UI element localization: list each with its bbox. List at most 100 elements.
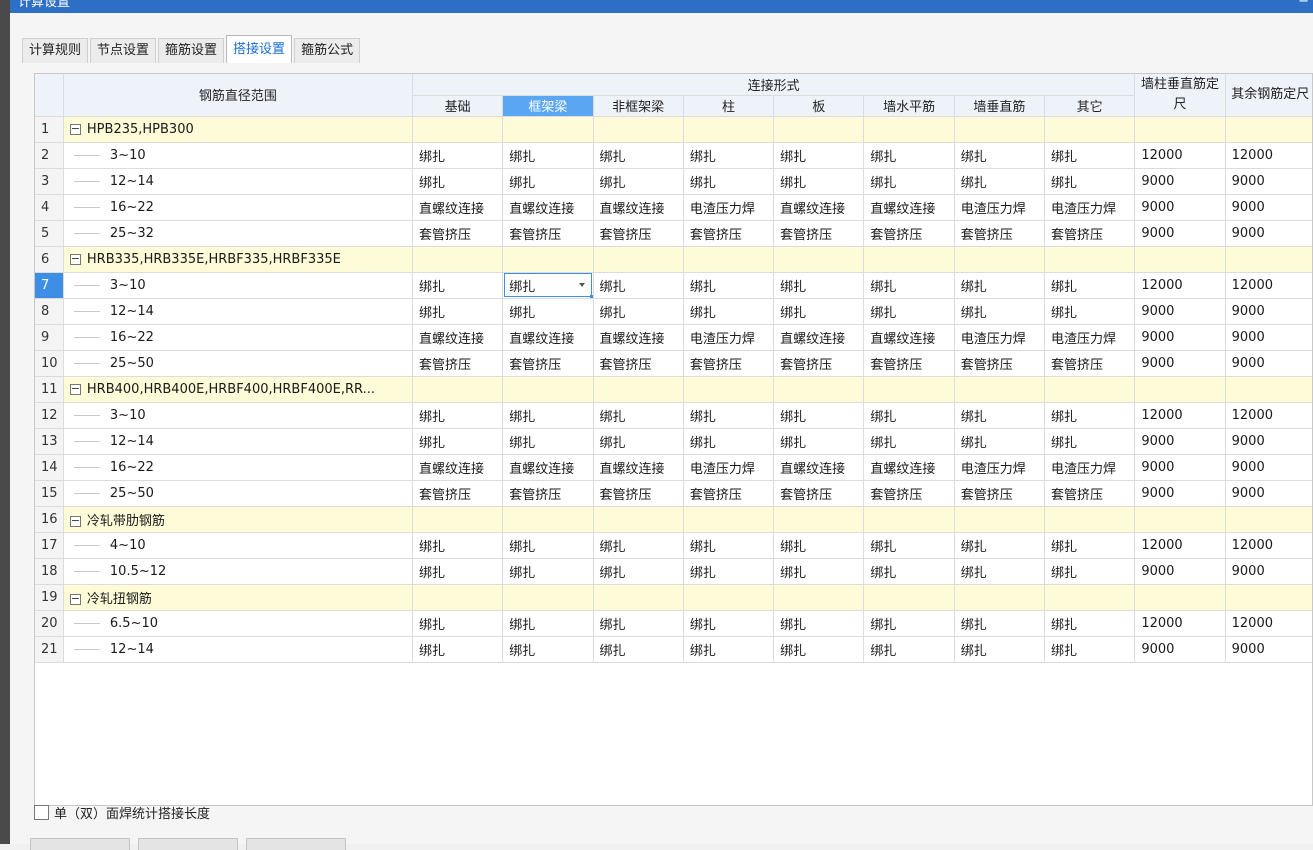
- wall-column-length-cell[interactable]: 9000: [1134, 324, 1226, 351]
- connection-cell[interactable]: 绑扎: [593, 428, 684, 455]
- connection-cell[interactable]: [773, 246, 865, 273]
- connection-cell[interactable]: 套管挤压: [773, 350, 865, 377]
- group-row[interactable]: 11− HRB400,HRB400E,HRBF400,HRBF400E,RR...: [35, 376, 1312, 403]
- connection-cell[interactable]: 绑扎: [593, 272, 684, 299]
- connection-cell[interactable]: 套管挤压: [954, 220, 1046, 247]
- other-bar-length-cell[interactable]: 9000: [1225, 558, 1312, 585]
- connection-cell[interactable]: 绑扎: [773, 402, 865, 429]
- other-bar-length-cell[interactable]: 12000: [1225, 402, 1312, 429]
- table-row[interactable]: 9 16~22 直螺纹连接 直螺纹连接 直螺纹连接 电渣压力焊 直螺纹连接 直螺纹连接 电渣压力…: [35, 324, 1312, 351]
- connection-cell[interactable]: 绑扎: [412, 272, 504, 299]
- connection-cell[interactable]: 绑扎: [683, 142, 775, 169]
- connection-cell[interactable]: 绑扎: [593, 402, 684, 429]
- other-bar-length-cell[interactable]: 9000: [1225, 220, 1312, 247]
- connection-cell[interactable]: 绑扎: [683, 636, 775, 663]
- connection-cell[interactable]: 套管挤压: [502, 220, 594, 247]
- table-row[interactable]: 2 3~10 绑扎 绑扎 绑扎 绑扎 绑扎 绑扎 绑扎 绑扎 12000 12000: [35, 142, 1312, 169]
- connection-cell[interactable]: [863, 506, 955, 533]
- connection-cell[interactable]: 绑扎: [863, 610, 955, 637]
- connection-cell[interactable]: [502, 376, 594, 403]
- connection-cell[interactable]: 绑扎: [502, 558, 594, 585]
- group-name-cell[interactable]: − 冷轧带肋钢筋: [63, 506, 413, 533]
- diameter-range-cell[interactable]: 16~22: [63, 454, 413, 481]
- tab-2[interactable]: 节点设置: [90, 38, 157, 63]
- connection-cell[interactable]: 绑扎: [1044, 298, 1136, 325]
- connection-cell[interactable]: [502, 584, 594, 611]
- connection-cell[interactable]: 电渣压力焊: [954, 194, 1046, 221]
- diameter-range-cell[interactable]: 12~14: [63, 168, 413, 195]
- connection-cell[interactable]: 绑扎: [593, 532, 684, 559]
- row-number[interactable]: 20: [35, 610, 64, 637]
- connection-cell[interactable]: 电渣压力焊: [1044, 454, 1136, 481]
- bottom-button-3[interactable]: [246, 838, 346, 850]
- connection-cell[interactable]: [683, 506, 775, 533]
- other-bar-length-cell[interactable]: [1225, 246, 1312, 273]
- connection-cell[interactable]: 套管挤压: [683, 220, 775, 247]
- wall-column-length-cell[interactable]: 9000: [1134, 350, 1226, 377]
- wall-column-length-cell[interactable]: 12000: [1134, 142, 1226, 169]
- connection-subheader-6[interactable]: 墙水平筋: [863, 95, 955, 117]
- connection-cell[interactable]: 绑扎: [502, 298, 594, 325]
- connection-cell[interactable]: [954, 246, 1046, 273]
- connection-cell[interactable]: [412, 376, 504, 403]
- connection-cell[interactable]: [683, 116, 775, 143]
- connection-cell[interactable]: 绑扎: [954, 532, 1046, 559]
- wall-column-length-cell[interactable]: 9000: [1134, 298, 1226, 325]
- connection-cell[interactable]: 绑扎: [1044, 428, 1136, 455]
- weld-lap-length-checkbox[interactable]: [34, 804, 49, 820]
- connection-cell[interactable]: 直螺纹连接: [502, 324, 594, 351]
- diameter-range-cell[interactable]: 3~10: [63, 272, 413, 299]
- connection-cell[interactable]: [1044, 246, 1136, 273]
- wall-column-length-cell[interactable]: [1134, 506, 1226, 533]
- diameter-range-cell[interactable]: 3~10: [63, 402, 413, 429]
- diameter-range-cell[interactable]: 16~22: [63, 194, 413, 221]
- other-bar-length-cell[interactable]: 9000: [1225, 428, 1312, 455]
- row-number[interactable]: 1: [35, 116, 64, 143]
- connection-cell[interactable]: 绑扎: [863, 272, 955, 299]
- connection-cell[interactable]: 直螺纹连接: [412, 324, 504, 351]
- connection-cell[interactable]: [863, 584, 955, 611]
- connection-cell[interactable]: 直螺纹连接: [773, 324, 865, 351]
- wall-column-length-cell[interactable]: 9000: [1134, 480, 1226, 507]
- connection-cell[interactable]: [954, 584, 1046, 611]
- connection-cell[interactable]: 绑扎: [683, 272, 775, 299]
- connection-cell[interactable]: 电渣压力焊: [683, 194, 775, 221]
- wall-column-length-cell[interactable]: 9000: [1134, 636, 1226, 663]
- tab-1[interactable]: 计算规则: [22, 38, 89, 63]
- collapse-icon[interactable]: −: [69, 383, 81, 395]
- connection-cell[interactable]: 直螺纹连接: [863, 454, 955, 481]
- connection-cell[interactable]: 套管挤压: [954, 350, 1046, 377]
- bottom-button-2[interactable]: [138, 838, 238, 850]
- connection-cell[interactable]: 套管挤压: [412, 220, 504, 247]
- table-row[interactable]: 17 4~10 绑扎 绑扎 绑扎 绑扎 绑扎 绑扎 绑扎 绑扎 12000 12000: [35, 532, 1312, 559]
- connection-cell[interactable]: 套管挤压: [954, 480, 1046, 507]
- other-bar-length-cell[interactable]: 9000: [1225, 350, 1312, 377]
- diameter-range-cell[interactable]: 12~14: [63, 298, 413, 325]
- connection-cell[interactable]: 套管挤压: [593, 350, 684, 377]
- table-row[interactable]: 10 25~50 套管挤压 套管挤压 套管挤压 套管挤压 套管挤压 套管挤压 套管挤压 套管挤压 9…: [35, 350, 1312, 377]
- connection-cell[interactable]: [773, 116, 865, 143]
- dropdown-arrow-icon[interactable]: [578, 282, 585, 287]
- collapse-icon[interactable]: −: [69, 593, 81, 605]
- connection-cell[interactable]: 直螺纹连接: [863, 324, 955, 351]
- row-number[interactable]: 4: [35, 194, 64, 221]
- connection-cell[interactable]: 直螺纹连接: [773, 454, 865, 481]
- connection-subheader-4[interactable]: 柱: [683, 95, 775, 117]
- connection-cell[interactable]: 绑扎: [683, 610, 775, 637]
- row-number[interactable]: 3: [35, 168, 64, 195]
- connection-cell[interactable]: [593, 116, 684, 143]
- connection-cell[interactable]: 绑扎: [1044, 610, 1136, 637]
- other-bar-length-cell[interactable]: 9000: [1225, 324, 1312, 351]
- diameter-range-cell[interactable]: 12~14: [63, 636, 413, 663]
- wall-column-length-cell[interactable]: 9000: [1134, 220, 1226, 247]
- connection-cell[interactable]: [683, 376, 775, 403]
- connection-cell[interactable]: 直螺纹连接: [412, 454, 504, 481]
- connection-cell[interactable]: [773, 506, 865, 533]
- connection-cell[interactable]: 套管挤压: [593, 480, 684, 507]
- connection-cell[interactable]: 套管挤压: [863, 220, 955, 247]
- connection-cell[interactable]: 绑扎: [773, 168, 865, 195]
- connection-cell[interactable]: 绑扎: [954, 402, 1046, 429]
- collapse-icon[interactable]: −: [69, 123, 81, 135]
- connection-cell[interactable]: 直螺纹连接: [593, 454, 684, 481]
- collapse-icon[interactable]: −: [69, 253, 81, 265]
